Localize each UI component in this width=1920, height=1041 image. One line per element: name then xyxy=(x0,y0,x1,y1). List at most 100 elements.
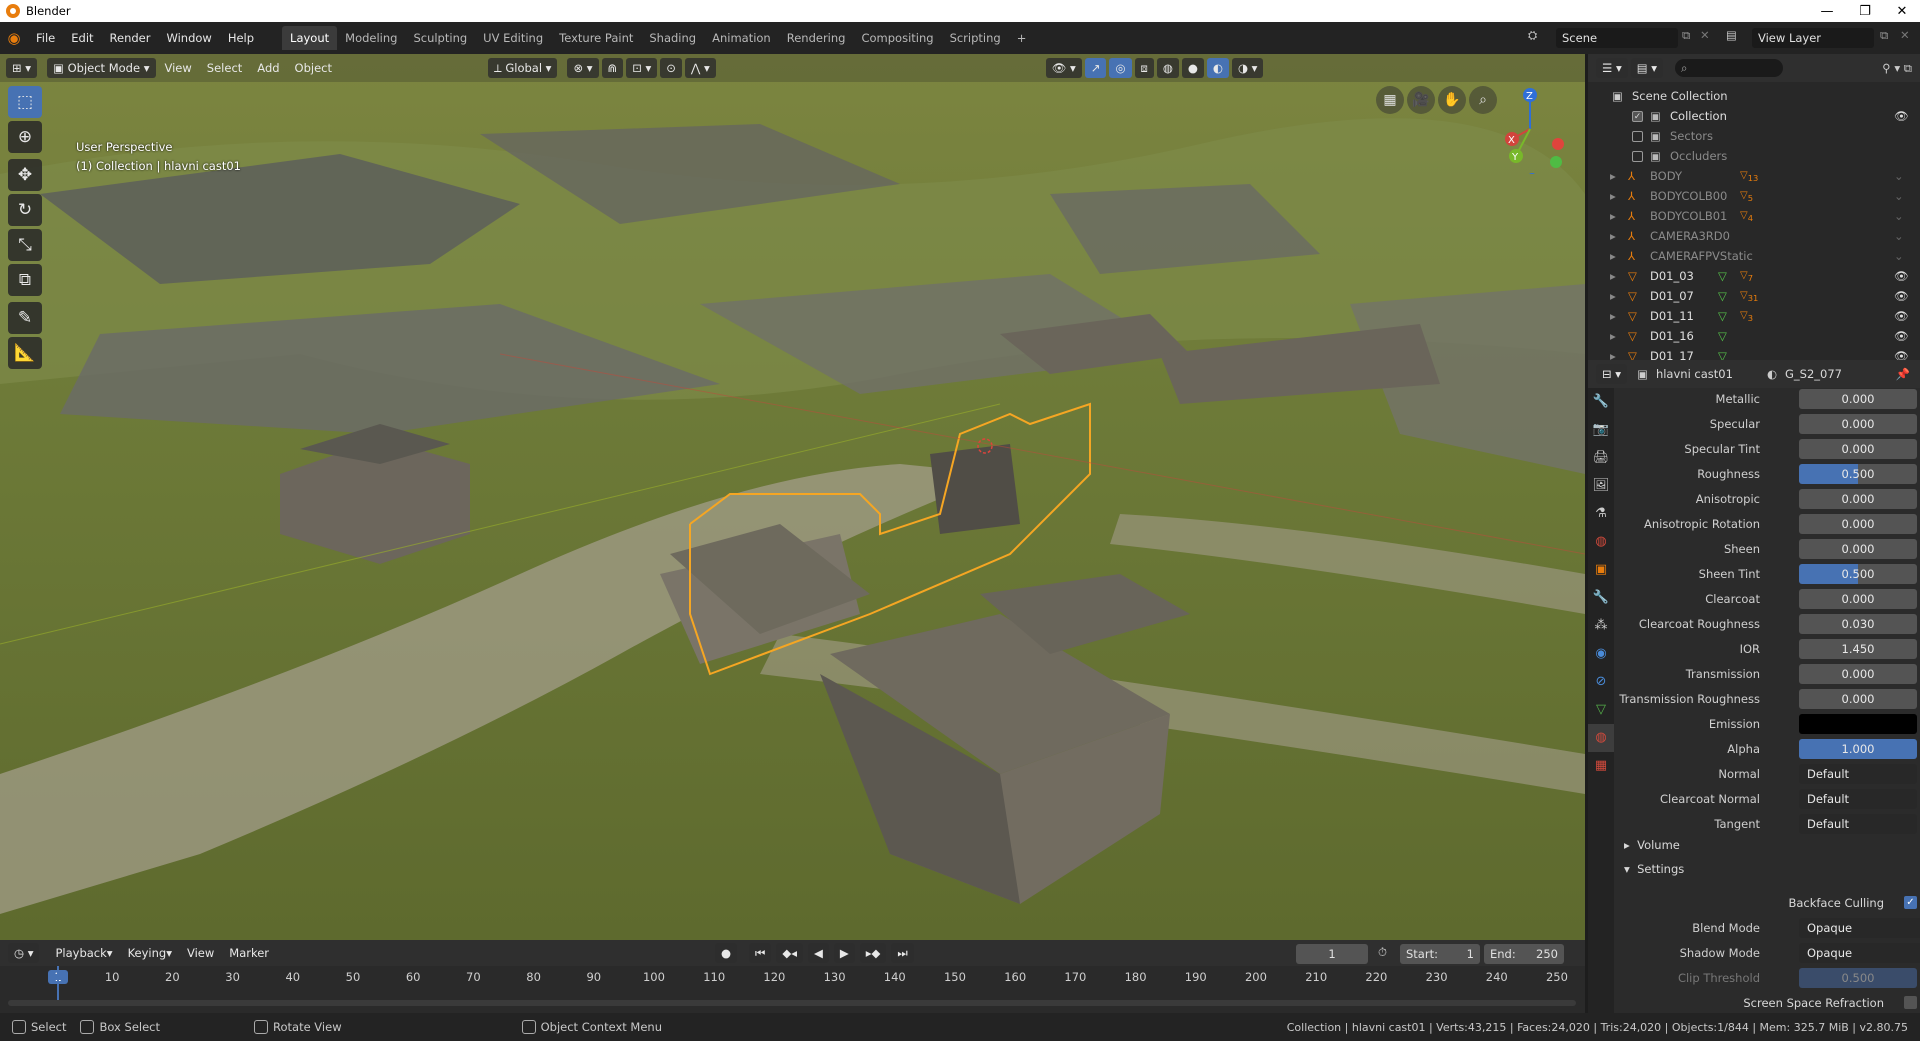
property-value-field[interactable]: 0.000 xyxy=(1799,663,1917,684)
tab-rendering[interactable]: Rendering xyxy=(779,26,854,50)
visibility-eye-icon[interactable]: 👁 xyxy=(1894,329,1909,343)
jump-start-icon[interactable]: ⏮ xyxy=(749,943,772,963)
current-frame-field[interactable]: 1 xyxy=(1296,944,1368,964)
cursor-tool-icon[interactable]: ⊕ xyxy=(8,121,42,153)
output-tab-icon[interactable]: 🖨 xyxy=(1588,444,1614,472)
backface-culling-checkbox[interactable]: ✓ xyxy=(1904,896,1917,909)
shading-material-icon[interactable]: ◐ xyxy=(1206,58,1229,78)
next-keyframe-icon[interactable]: ▸◆ xyxy=(859,943,887,963)
shading-rendered-icon[interactable]: ◑ ▾ xyxy=(1231,58,1264,78)
property-value-field[interactable]: 0.000 xyxy=(1799,513,1917,534)
snap-icon[interactable]: ⋒ xyxy=(601,58,624,78)
start-frame-field[interactable]: Start: 1 xyxy=(1400,944,1480,964)
property-value-field[interactable]: Default xyxy=(1799,813,1917,834)
axis-gizmo[interactable]: Z X Y xyxy=(1490,84,1570,174)
expand-arrow-icon[interactable]: ▸ xyxy=(1610,189,1616,203)
menu-select[interactable]: Select xyxy=(201,58,248,78)
settings-panel-header[interactable]: ▾ Settings xyxy=(1624,862,1684,876)
gizmo-toggle-icon[interactable]: ↗ xyxy=(1084,58,1107,78)
outliner-item[interactable]: ▸ ⅄ BODYCOLB00 ▽5 ⌄ xyxy=(1588,186,1920,206)
outliner-item[interactable]: ▸ ▽ D01_11 ▽ ▽3 👁 xyxy=(1588,306,1920,326)
menu-add[interactable]: Add xyxy=(251,58,285,78)
new-view-layer-icon[interactable]: ⧉ xyxy=(1880,28,1888,43)
outliner-item[interactable]: ✓ ▣ Collection 👁 xyxy=(1588,106,1920,126)
delete-view-layer-icon[interactable]: ✕ xyxy=(1900,28,1910,42)
expand-arrow-icon[interactable]: ▸ xyxy=(1610,309,1616,323)
tab-layout[interactable]: Layout xyxy=(282,26,338,50)
scene-tab-icon[interactable]: ⚗ xyxy=(1588,500,1614,528)
shading-solid-icon[interactable]: ● xyxy=(1181,58,1204,78)
proportional-edit-icon[interactable]: ⊙ xyxy=(660,58,682,78)
property-value-field[interactable]: 1.000 xyxy=(1799,738,1917,759)
tab-modeling[interactable]: Modeling xyxy=(337,26,405,50)
snap-target-icon[interactable]: ⊡ ▾ xyxy=(626,58,658,78)
tab-texture-paint[interactable]: Texture Paint xyxy=(551,26,641,50)
property-value-field[interactable]: 0.000 xyxy=(1799,413,1917,434)
property-value-field[interactable]: Default xyxy=(1799,788,1917,809)
property-value-field[interactable] xyxy=(1799,713,1917,734)
outliner-item[interactable]: ▸ ▽ D01_07 ▽ ▽31 👁 xyxy=(1588,286,1920,306)
timeline-editor-type-icon[interactable]: ◷ ▾ xyxy=(8,943,40,963)
property-value-field[interactable]: 1.450 xyxy=(1799,638,1917,659)
new-scene-icon[interactable]: ⧉ xyxy=(1682,28,1690,43)
particles-tab-icon[interactable]: ⁂ xyxy=(1588,612,1614,640)
volume-panel-header[interactable]: ▸ Volume xyxy=(1624,838,1680,852)
annotate-tool-icon[interactable]: ✎ xyxy=(8,302,42,334)
transform-orientation-dropdown[interactable]: ⟂ Global ▾ xyxy=(488,58,558,78)
expand-arrow-icon[interactable]: ▸ xyxy=(1610,289,1616,303)
overlays-toggle-icon[interactable]: ◎ xyxy=(1109,58,1132,78)
pin-icon[interactable]: 📌 xyxy=(1896,367,1910,381)
texture-tab-icon[interactable]: ▦ xyxy=(1588,752,1614,780)
tab-animation[interactable]: Animation xyxy=(704,26,779,50)
menu-edit[interactable]: Edit xyxy=(63,26,101,50)
property-value-field[interactable]: 0.030 xyxy=(1799,613,1917,634)
blender-menu-icon[interactable]: ◉ xyxy=(0,29,28,47)
play-reverse-icon[interactable]: ◀ xyxy=(808,943,829,963)
outliner-item[interactable]: ▸ ▽ D01_03 ▽ ▽7 👁 xyxy=(1588,266,1920,286)
screen-space-refraction-checkbox[interactable] xyxy=(1904,996,1917,1009)
collapse-icon[interactable]: ⌄ xyxy=(1894,189,1904,203)
tab-compositing[interactable]: Compositing xyxy=(853,26,941,50)
property-value-field[interactable]: 0.000 xyxy=(1799,688,1917,709)
tool-tab-icon[interactable]: 🔧 xyxy=(1588,388,1614,416)
frame-ruler[interactable]: 1102030405060708090100110120130140150160… xyxy=(0,966,1585,988)
collapse-icon[interactable]: ⌄ xyxy=(1894,169,1904,183)
property-value-field[interactable]: 0.000 xyxy=(1799,538,1917,559)
xray-icon[interactable]: ⧈ xyxy=(1134,58,1154,78)
expand-arrow-icon[interactable]: ▸ xyxy=(1610,169,1616,183)
visibility-eye-icon[interactable]: 👁 xyxy=(1894,309,1909,323)
falloff-icon[interactable]: ⋀ ▾ xyxy=(684,58,716,78)
object-tab-icon[interactable]: ▣ xyxy=(1588,556,1614,584)
menu-playback[interactable]: Playback ▾ xyxy=(49,943,118,963)
delete-scene-icon[interactable]: ✕ xyxy=(1700,28,1710,42)
outliner-item[interactable]: ▸ ⅄ CAMERA3RD0 ⌄ xyxy=(1588,226,1920,246)
menu-file[interactable]: File xyxy=(28,26,63,50)
expand-arrow-icon[interactable]: ▸ xyxy=(1610,249,1616,263)
exclude-checkbox[interactable] xyxy=(1632,150,1643,162)
expand-arrow-icon[interactable]: ▸ xyxy=(1610,269,1616,283)
outliner-editor-type-icon[interactable]: ☰ ▾ xyxy=(1596,58,1628,78)
exclude-checkbox[interactable]: ✓ xyxy=(1632,110,1643,122)
collapse-icon[interactable]: ⌄ xyxy=(1894,229,1904,243)
property-value-field[interactable]: Default xyxy=(1799,763,1917,784)
visibility-eye-icon[interactable]: 👁 xyxy=(1894,269,1909,283)
rotate-tool-icon[interactable]: ↻ xyxy=(8,194,42,226)
object-mode-dropdown[interactable]: ▣ Object Mode ▾ xyxy=(47,58,156,78)
outliner-item[interactable]: ▸ ▽ D01_16 ▽ 👁 xyxy=(1588,326,1920,346)
move-tool-icon[interactable]: ✥ xyxy=(8,159,42,191)
menu-help[interactable]: Help xyxy=(220,26,262,50)
scale-tool-icon[interactable]: ⤡ xyxy=(8,229,42,261)
properties-editor-type-icon[interactable]: ⊟ ▾ xyxy=(1596,364,1628,384)
expand-arrow-icon[interactable]: ▸ xyxy=(1610,229,1616,243)
menu-object[interactable]: Object xyxy=(289,58,338,78)
minimize-button[interactable]: — xyxy=(1804,0,1850,22)
render-tab-icon[interactable]: 📷 xyxy=(1588,416,1614,444)
jump-end-icon[interactable]: ⏭ xyxy=(891,943,914,963)
timeline-scrollbar[interactable] xyxy=(8,1000,1576,1006)
display-mode-icon[interactable]: ▤ ▾ xyxy=(1630,58,1664,78)
shadow-mode-dropdown[interactable]: Opaque xyxy=(1799,942,1920,963)
visibility-eye-icon[interactable]: 👁 xyxy=(1894,289,1909,303)
exclude-checkbox[interactable] xyxy=(1632,130,1643,142)
camera-view-icon[interactable]: 🎥 xyxy=(1407,86,1435,114)
menu-render[interactable]: Render xyxy=(102,26,159,50)
